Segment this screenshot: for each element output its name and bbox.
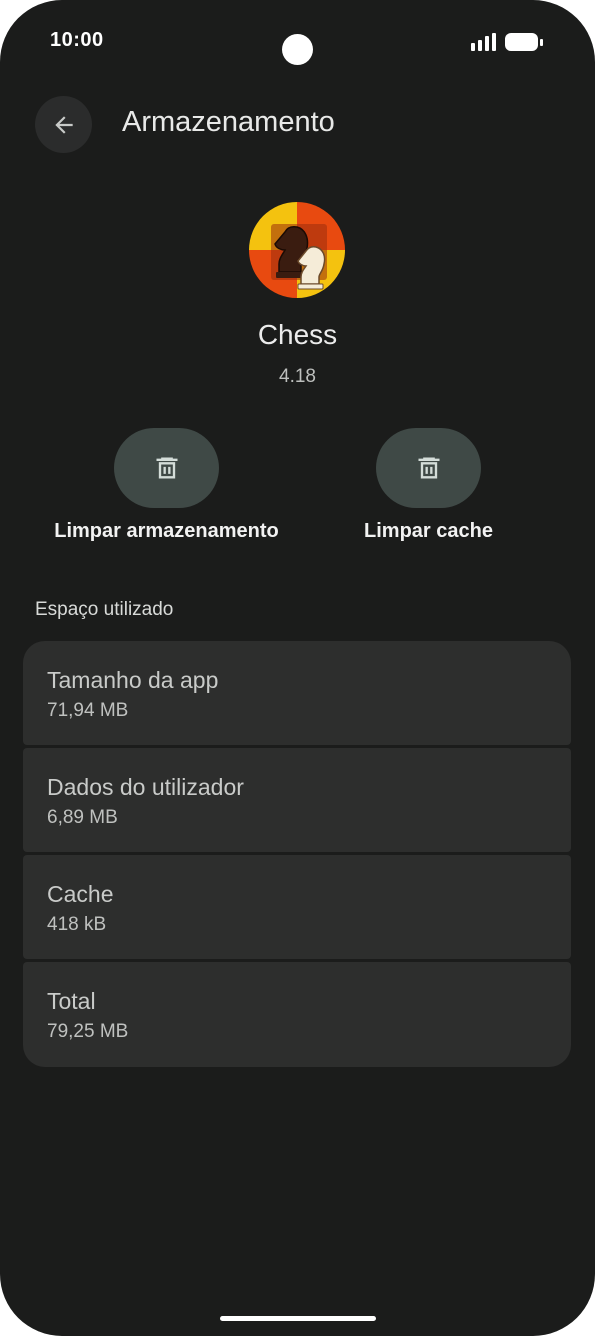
screen: 10:00 Armazenamento Chess 4.18 Limpar ar… bbox=[0, 0, 595, 1336]
home-indicator[interactable] bbox=[220, 1316, 376, 1321]
page-title: Armazenamento bbox=[122, 106, 335, 138]
signal-icon bbox=[471, 33, 497, 51]
clear-storage-label[interactable]: Limpar armazenamento bbox=[45, 520, 288, 543]
storage-row-cache: Cache 418 kB bbox=[23, 855, 571, 959]
camera-cutout bbox=[282, 34, 313, 65]
row-value: 418 kB bbox=[47, 914, 107, 935]
section-title: Espaço utilizado bbox=[35, 599, 174, 620]
row-title: Tamanho da app bbox=[47, 667, 219, 693]
storage-row-app-size: Tamanho da app 71,94 MB bbox=[23, 641, 571, 745]
clear-storage-button[interactable] bbox=[114, 428, 219, 508]
chess-knights-icon bbox=[249, 202, 345, 298]
status-time: 10:00 bbox=[50, 29, 104, 51]
row-value: 71,94 MB bbox=[47, 700, 129, 721]
app-version: 4.18 bbox=[279, 366, 316, 387]
trash-icon bbox=[156, 457, 177, 479]
storage-row-total: Total 79,25 MB bbox=[23, 962, 571, 1067]
row-title: Total bbox=[47, 988, 96, 1014]
clear-cache-button[interactable] bbox=[376, 428, 481, 508]
row-title: Cache bbox=[47, 881, 114, 907]
status-bar: 10:00 bbox=[0, 0, 595, 90]
battery-icon bbox=[505, 33, 543, 51]
back-button[interactable] bbox=[35, 96, 92, 153]
trash-icon bbox=[418, 457, 439, 479]
row-value: 79,25 MB bbox=[47, 1021, 129, 1042]
storage-row-user-data: Dados do utilizador 6,89 MB bbox=[23, 748, 571, 852]
app-name: Chess bbox=[257, 319, 338, 350]
arrow-left-icon bbox=[54, 115, 73, 134]
clear-cache-label[interactable]: Limpar cache bbox=[356, 520, 501, 543]
row-title: Dados do utilizador bbox=[47, 774, 244, 800]
row-value: 6,89 MB bbox=[47, 807, 118, 828]
